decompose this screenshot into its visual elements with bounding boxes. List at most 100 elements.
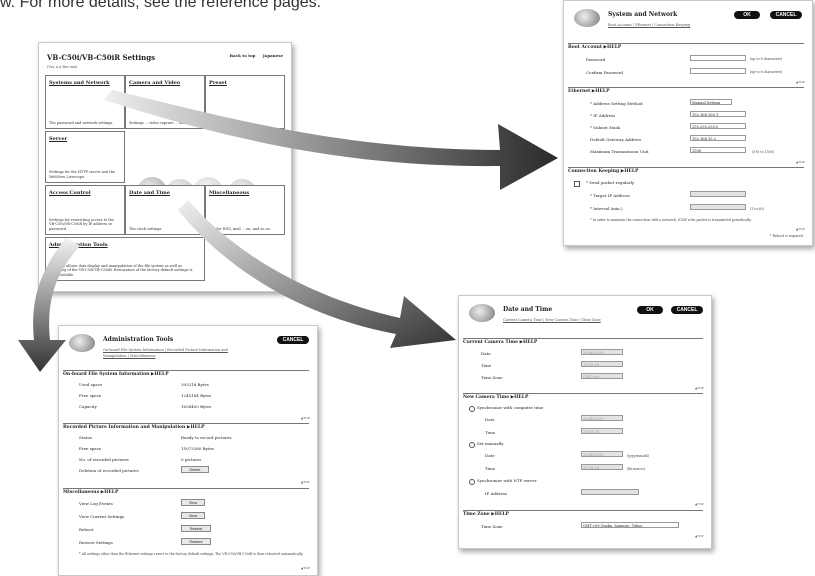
target-ip-field[interactable] — [690, 191, 746, 197]
camera-icon — [69, 334, 95, 352]
time-zone-select[interactable]: GMT+09 Osaka, Sapporo, Tokyo — [581, 522, 679, 528]
camera-icon — [574, 9, 600, 27]
password-field[interactable] — [690, 55, 746, 61]
restore-button[interactable]: Restore — [181, 538, 211, 545]
free-space-value: 1245184 Bytes — [181, 393, 212, 398]
send-packet-checkbox[interactable] — [574, 181, 580, 187]
rec-free-space-label: Free space — [79, 446, 102, 451]
new-time-label: Time — [485, 430, 496, 435]
interval-label: * Interval (min.) — [590, 206, 623, 211]
cancel-button[interactable]: CANCEL — [770, 11, 802, 19]
menu-cell-title[interactable]: Camera and Video — [129, 80, 180, 86]
menu-cell-administration-tools[interactable]: Administration Tools ...is page allows d… — [45, 237, 205, 281]
subnet-mask-field[interactable]: 255.255.255.0 — [690, 123, 746, 129]
ip-address-field[interactable]: 192.168.100.1 — [690, 111, 746, 117]
view-settings-button[interactable]: View — [181, 512, 205, 519]
top-link[interactable]: ▲TOP — [695, 386, 704, 390]
cancel-button[interactable]: CANCEL — [671, 306, 703, 314]
rec-free-space-value: 15073280 Bytes — [181, 446, 214, 451]
manual-date-field[interactable]: 2004/05/30 — [581, 451, 623, 457]
interval-field[interactable] — [690, 204, 746, 210]
top-link[interactable]: ▲TOP — [695, 502, 704, 506]
menu-cell-preset[interactable]: Preset — [205, 75, 285, 129]
menu-cell-desc: ... s for DNS, mail ... on, and so on. — [209, 226, 271, 231]
view-log-button[interactable]: View — [181, 499, 205, 506]
set-manually-radio[interactable] — [469, 442, 475, 448]
sync-computer-radio[interactable] — [469, 406, 475, 412]
settings-menu-screenshot: VB-C50i/VB-C50iR Settings Back to top Ja… — [38, 42, 292, 292]
current-tz-field: GMT+09 — [581, 373, 623, 379]
section-time-zone: Time Zone ▶HELP — [463, 510, 703, 517]
camera-icon — [469, 304, 495, 322]
subnet-mask-label: * Subnet Mask — [590, 125, 620, 130]
section-links-line2[interactable]: Manipulation | Miscellaneous — [103, 354, 155, 358]
menu-cell-title[interactable]: Administration Tools — [49, 242, 108, 248]
manual-time-hint: (hh:mm:ss) — [627, 467, 646, 471]
ntp-ip-field[interactable] — [581, 489, 639, 495]
panel-title: Administration Tools — [103, 336, 174, 343]
top-link[interactable]: ▲TOP — [796, 227, 805, 231]
menu-cell-access-control[interactable]: Access Control Settings for restricting … — [45, 185, 125, 235]
top-link[interactable]: ▲TOP — [695, 534, 704, 538]
menu-cell-camera-video[interactable]: Camera and Video Settings ... video capt… — [125, 75, 205, 129]
ntp-ip-label: IP Address — [485, 491, 507, 496]
settings-menu-title: VB-C50i/VB-C50iR Settings — [47, 53, 156, 62]
section-recorded-pictures: Recorded Picture Information and Manipul… — [63, 423, 309, 430]
status-label: Status — [79, 435, 92, 440]
ip-address-label: * IP Address — [590, 113, 616, 118]
sync-ntp-radio[interactable] — [469, 479, 475, 485]
menu-cell-miscellaneous[interactable]: Miscellaneous ... s for DNS, mail ... on… — [205, 185, 285, 235]
delete-button[interactable]: Delete — [181, 466, 209, 473]
top-link[interactable]: ▲TOP — [796, 80, 805, 84]
recorded-count-value: 0 pictures — [181, 457, 202, 462]
restore-note: * All settings other than the Ethernet s… — [79, 552, 304, 556]
mtu-label: Maximum Transmission Unit — [590, 149, 649, 154]
section-file-system: On-board File System Information ▶HELP — [63, 370, 309, 377]
menu-cell-title[interactable]: Systems and Network — [49, 80, 110, 86]
menu-cell-desc: ...is page allows data display and manip… — [49, 263, 193, 277]
mtu-hint: (376 to 1500) — [752, 150, 774, 154]
top-link[interactable]: ▲TOP — [301, 566, 310, 570]
menu-cell-title[interactable]: Server — [49, 136, 67, 142]
manual-time-field[interactable]: 20:18:16 — [581, 464, 623, 470]
menu-cell-desc: The password and network settings. — [49, 120, 114, 125]
top-link[interactable]: ▲TOP — [796, 160, 805, 164]
mtu-field[interactable]: 1500 — [690, 147, 746, 153]
current-date-label: Date — [481, 351, 491, 356]
ok-button[interactable]: OK — [734, 11, 760, 19]
menu-cell-server[interactable]: Server Settings for the HTTP server and … — [45, 131, 125, 183]
date-time-screenshot: Date and Time OK CANCEL Current Camera T… — [458, 295, 712, 549]
back-to-top-link[interactable]: Back to top — [230, 53, 256, 58]
top-link[interactable]: ▲TOP — [301, 416, 310, 420]
section-connection-keeping: Connection Keeping ▶HELP — [568, 167, 804, 174]
section-links[interactable]: Current Camera Time | New Camera Time | … — [503, 318, 601, 322]
reboot-label: Reboot — [79, 527, 94, 532]
menu-cell-systems-network[interactable]: Systems and Network The password and net… — [45, 75, 125, 129]
reboot-button[interactable]: Reboot — [181, 525, 211, 532]
capacity-label: Capacity — [79, 404, 97, 409]
section-links-line1[interactable]: On-board File System Information | Recor… — [103, 348, 228, 352]
menu-cell-title[interactable]: Miscellaneous — [209, 190, 249, 196]
address-method-select[interactable]: Manual Setting — [690, 99, 732, 105]
confirm-password-field[interactable] — [690, 68, 746, 74]
interval-hint: (1 to 60) — [750, 207, 764, 211]
gateway-field[interactable]: 192.168.13.2 — [690, 135, 746, 141]
current-date-field: 2004/05/30 — [581, 349, 623, 355]
cancel-button[interactable]: CANCEL — [277, 336, 309, 344]
japanese-link[interactable]: Japanese — [263, 53, 283, 58]
section-current-time: Current Camera Time ▶HELP — [463, 338, 703, 345]
menu-cell-title[interactable]: Date and Time — [129, 190, 170, 196]
menu-cell-title[interactable]: Preset — [209, 80, 227, 86]
panel-title: Date and Time — [503, 306, 553, 313]
ok-button[interactable]: OK — [637, 306, 663, 314]
system-network-screenshot: System and Network OK CANCEL Root Accoun… — [563, 0, 813, 246]
menu-cell-desc: Settings for restricting access to the V… — [49, 217, 114, 231]
confirm-password-label: Confirm Password — [586, 70, 623, 75]
new-date-field: 2004/05/30 — [581, 415, 623, 421]
top-link[interactable]: ▲TOP — [301, 480, 310, 484]
section-links[interactable]: Root Account | Ethernet | Connection Kee… — [608, 23, 690, 27]
gateway-label: Default Gateway Address — [590, 137, 642, 142]
menu-cell-title[interactable]: Access Control — [49, 190, 91, 196]
menu-cell-date-time[interactable]: Date and Time The clock settings. — [125, 185, 205, 235]
section-miscellaneous: Miscellaneous ▶HELP — [63, 488, 309, 495]
